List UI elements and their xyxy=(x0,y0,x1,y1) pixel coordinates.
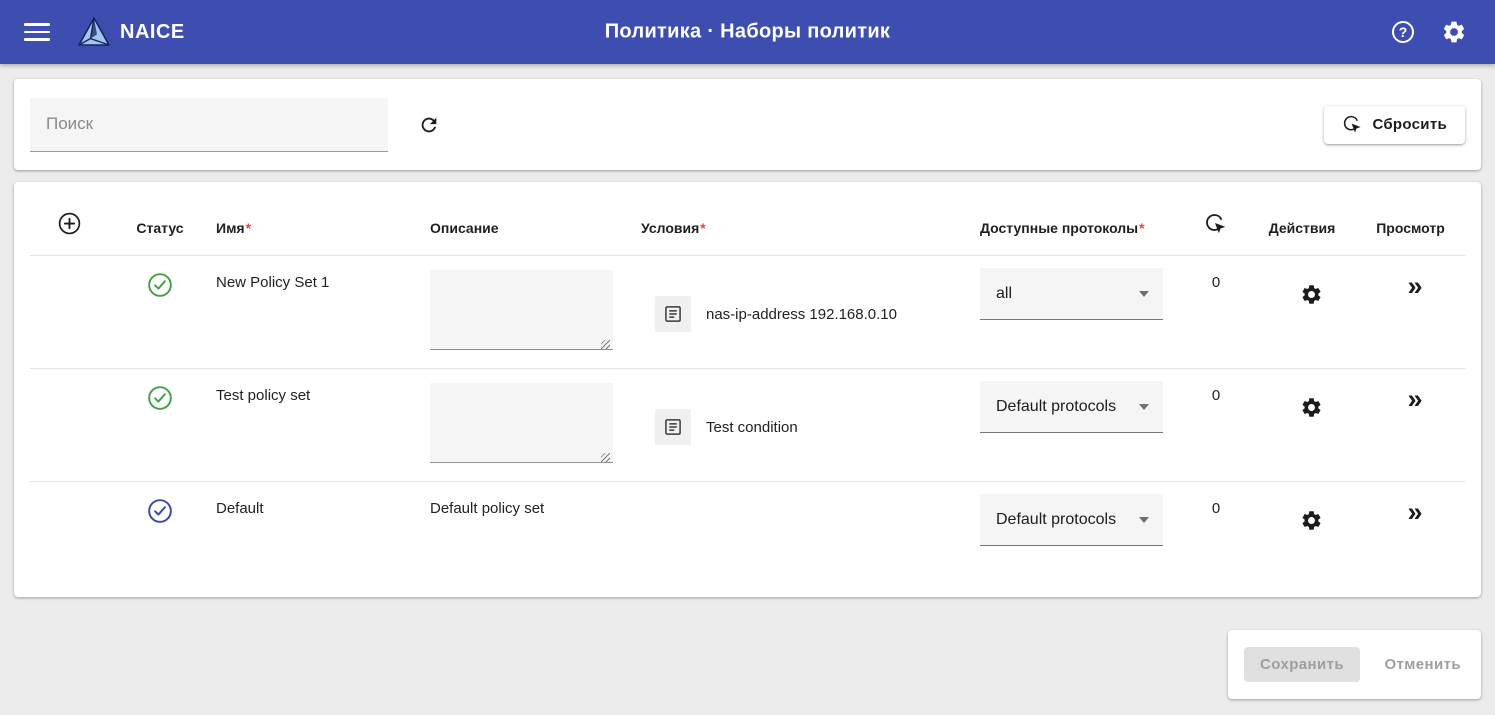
chevron-down-icon xyxy=(1139,291,1149,297)
condition-text: nas-ip-address 192.168.0.10 xyxy=(706,306,897,323)
settings-icon[interactable] xyxy=(1441,19,1467,45)
table-row: New Policy Set 1 nas-ip-address 192.168.… xyxy=(30,255,1465,368)
protocols-selected-value: all xyxy=(996,285,1012,303)
condition-editor-icon[interactable] xyxy=(655,296,691,332)
required-marker: * xyxy=(700,220,705,236)
brand-name: NAICE xyxy=(120,21,185,44)
hit-count: 0 xyxy=(1184,387,1248,404)
status-enabled-icon[interactable] xyxy=(108,385,212,411)
open-policy-set-icon[interactable]: » xyxy=(1356,499,1465,526)
protocols-select[interactable]: Default protocols xyxy=(980,494,1163,546)
row-settings-icon[interactable] xyxy=(1248,283,1356,306)
chevron-down-icon xyxy=(1139,404,1149,410)
status-enabled-icon[interactable] xyxy=(108,272,212,298)
search-toolbar: Сбросить xyxy=(14,79,1481,170)
protocols-selected-value: Default protocols xyxy=(996,398,1116,416)
refresh-icon[interactable] xyxy=(418,114,440,136)
column-actions: Действия xyxy=(1248,220,1356,236)
policy-set-table: Статус Имя* Описание Условия* Доступные … xyxy=(14,182,1481,597)
menu-icon[interactable] xyxy=(24,18,50,46)
required-marker: * xyxy=(1139,220,1144,236)
help-icon[interactable]: ? xyxy=(1392,21,1414,43)
column-view: Просмотр xyxy=(1356,220,1465,236)
ads-click-icon xyxy=(1204,212,1228,236)
add-policy-set-icon[interactable] xyxy=(57,211,82,236)
policy-set-name: Test policy set xyxy=(216,387,310,404)
column-description: Описание xyxy=(424,220,634,236)
description-textarea[interactable] xyxy=(430,270,613,350)
condition-text: Test condition xyxy=(706,419,798,436)
row-settings-icon[interactable] xyxy=(1248,509,1356,532)
column-hit-counter xyxy=(1184,212,1248,236)
open-policy-set-icon[interactable]: » xyxy=(1356,386,1465,413)
brand: NAICE xyxy=(78,17,185,47)
save-cancel-panel: Сохранить Отменить xyxy=(1228,630,1481,699)
protocols-select[interactable]: all xyxy=(980,268,1163,320)
ads-click-icon xyxy=(1342,114,1363,135)
app-bar: NAICE Политика · Наборы политик ? xyxy=(0,0,1495,64)
policy-set-name: Default xyxy=(216,500,264,517)
reset-hits-label: Сбросить xyxy=(1372,116,1447,133)
row-settings-icon[interactable] xyxy=(1248,396,1356,419)
policy-set-name: New Policy Set 1 xyxy=(216,274,329,291)
search-input[interactable] xyxy=(30,98,388,152)
page-title: Политика · Наборы политик xyxy=(605,21,890,44)
description-text: Default policy set xyxy=(430,500,544,517)
protocols-select[interactable]: Default protocols xyxy=(980,381,1163,433)
condition-editor-icon[interactable] xyxy=(655,409,691,445)
chevron-down-icon xyxy=(1139,517,1149,523)
column-protocols: Доступные протоколы* xyxy=(972,220,1184,236)
column-conditions: Условия* xyxy=(634,220,972,236)
table-row: Default Default policy set Default proto… xyxy=(30,481,1465,594)
column-status: Статус xyxy=(108,220,212,236)
table-row: Test policy set Test condition Default p xyxy=(30,368,1465,481)
cancel-button[interactable]: Отменить xyxy=(1382,648,1463,681)
reset-hits-button[interactable]: Сбросить xyxy=(1324,106,1465,144)
open-policy-set-icon[interactable]: » xyxy=(1356,273,1465,300)
required-marker: * xyxy=(246,220,251,236)
description-textarea[interactable] xyxy=(430,383,613,463)
column-name: Имя* xyxy=(212,220,424,236)
hit-count: 0 xyxy=(1184,500,1248,517)
protocols-selected-value: Default protocols xyxy=(996,511,1116,529)
save-button[interactable]: Сохранить xyxy=(1244,647,1360,682)
naice-logo-icon xyxy=(78,17,110,47)
table-header-row: Статус Имя* Описание Условия* Доступные … xyxy=(30,182,1465,255)
hit-count: 0 xyxy=(1184,274,1248,291)
status-default-icon[interactable] xyxy=(108,498,212,524)
